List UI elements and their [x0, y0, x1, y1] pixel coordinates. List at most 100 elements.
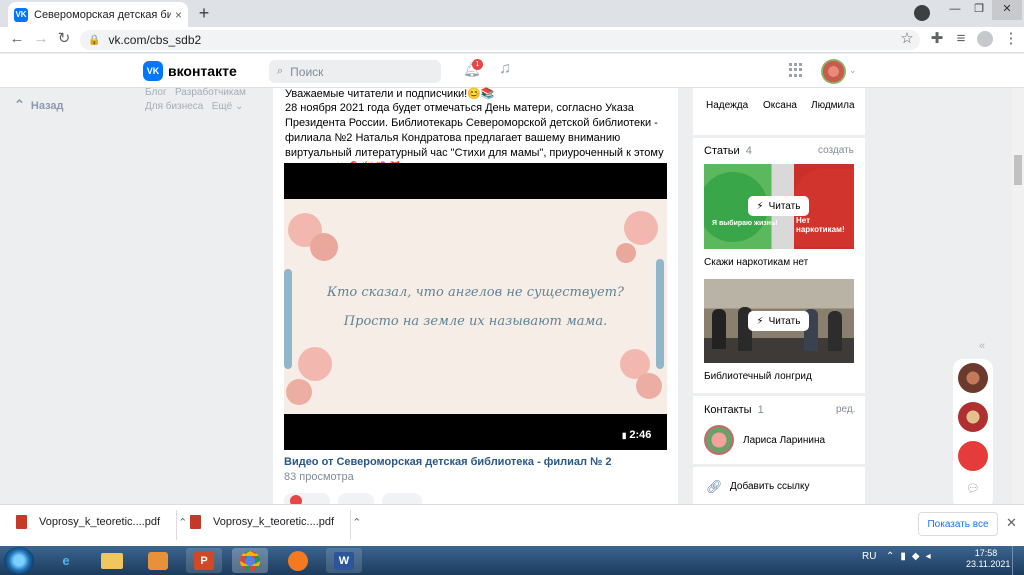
nav-back-link[interactable]: ⌃ Назад — [14, 97, 64, 113]
user-avatar[interactable] — [821, 59, 846, 84]
browser-menu-icon[interactable]: ⋮ — [1002, 30, 1020, 48]
video-frame[interactable] — [284, 199, 667, 414]
article-caption[interactable]: Библиотечный лонгрид — [704, 371, 812, 382]
reload-icon[interactable]: ↻ — [55, 30, 73, 48]
browser-tab[interactable]: VK Североморская детская библио × — [8, 2, 188, 27]
download-separator — [350, 510, 351, 540]
pdf-file-icon — [16, 515, 27, 529]
footer-link-business[interactable]: Для бизнеса — [145, 101, 203, 112]
window-close-button[interactable]: ✕ — [992, 0, 1022, 20]
vk-logo-text: вконтакте — [168, 63, 237, 79]
address-bar[interactable]: 🔒 vk.com/cbs_sdb2 — [80, 30, 920, 50]
system-clock[interactable]: 17:58 23.11.2021 — [966, 548, 1011, 570]
search-icon: ⌕ — [277, 65, 284, 77]
tray-icons[interactable]: ⌃▮◆◂ — [886, 551, 937, 562]
bookmark-star-icon[interactable]: ☆ — [898, 30, 916, 48]
add-link-label[interactable]: Добавить ссылку — [730, 481, 809, 492]
powerpoint-icon[interactable]: P — [186, 548, 222, 573]
articles-create-link[interactable]: создать — [818, 145, 854, 156]
friends-card — [693, 88, 865, 135]
nav-back-label: Назад — [30, 100, 64, 112]
notification-badge: 1 — [472, 59, 483, 70]
read-button[interactable]: ⚡︎ Читать — [748, 196, 809, 216]
lightning-icon: ⚡︎ — [756, 200, 764, 212]
back-arrow-icon[interactable]: ← — [8, 30, 26, 48]
clock-time: 17:58 — [974, 548, 998, 558]
video-views: 83 просмотра — [284, 471, 354, 483]
window-maximize-button[interactable]: ❐ — [966, 0, 992, 20]
articles-count: 4 — [745, 145, 752, 157]
read-label: Читать — [768, 315, 801, 327]
media-control-icon[interactable] — [914, 5, 930, 21]
download-filename: Voprosy_k_teoretic....pdf — [39, 516, 161, 528]
search-placeholder: Поиск — [290, 64, 324, 79]
media-player-icon[interactable] — [140, 548, 176, 573]
url-text: vk.com/cbs_sdb2 — [108, 33, 202, 47]
friend-name[interactable]: Надежда — [706, 100, 748, 111]
footer-link-blog[interactable]: Блог — [145, 87, 167, 98]
contacts-header[interactable]: Контакты 1 — [704, 404, 764, 416]
download-item[interactable]: Voprosy_k_teoretic....pdf ⌃ — [190, 515, 361, 529]
download-separator — [176, 510, 177, 540]
start-button[interactable] — [4, 547, 34, 574]
apps-grid-icon[interactable] — [789, 63, 803, 77]
read-label: Читать — [768, 200, 801, 212]
chat-avatar[interactable] — [958, 402, 988, 432]
post-greeting: Уважаемые читатели и подписчики!😊📚 — [285, 88, 495, 100]
footer-link-developers[interactable]: Разработчикам — [175, 87, 246, 98]
vk-logo[interactable]: VK вконтакте — [143, 61, 237, 81]
video-quote-line2: Просто на земле их называют мама. — [343, 314, 608, 329]
show-desktop-button[interactable] — [1012, 546, 1024, 575]
forward-arrow-icon[interactable]: → — [32, 30, 50, 48]
contact-name[interactable]: Лариса Ларинина — [743, 435, 825, 446]
download-filename: Voprosy_k_teoretic....pdf — [213, 516, 335, 528]
vk-search-input[interactable]: ⌕ Поиск — [269, 60, 441, 83]
download-item[interactable]: Voprosy_k_teoretic....pdf ⌃ — [16, 515, 187, 529]
articles-label: Статьи — [704, 145, 740, 157]
language-indicator[interactable]: RU — [862, 551, 876, 562]
chat-bubble-icon[interactable]: 💬︎ — [966, 482, 980, 495]
clock-date: 23.11.2021 — [966, 559, 1011, 569]
page-scrollbar[interactable] — [1012, 88, 1024, 508]
pdf-file-icon — [190, 515, 201, 529]
media-app-icon[interactable] — [280, 548, 316, 573]
video-title-link[interactable]: Видео от Североморская детская библиотек… — [284, 456, 612, 468]
avatar[interactable] — [704, 425, 734, 455]
video-quote-line1: Кто сказал, что ангелов не существует? — [327, 285, 624, 300]
article-caption[interactable]: Скажи наркотикам нет — [704, 257, 808, 268]
extensions-icon[interactable]: ✚ — [928, 30, 946, 48]
tab-close-icon[interactable]: × — [175, 8, 182, 22]
internet-explorer-icon[interactable]: e — [48, 548, 84, 573]
chevron-down-icon[interactable]: ⌄ — [849, 65, 857, 76]
file-explorer-icon[interactable] — [94, 548, 130, 573]
contacts-edit-link[interactable]: ред. — [836, 404, 856, 415]
article-image-text: Я выбираю жизнь! — [712, 220, 778, 227]
show-all-downloads-button[interactable]: Показать все — [918, 512, 998, 536]
lightning-icon: ⚡︎ — [756, 315, 764, 327]
collapse-chevron-icon[interactable]: « — [979, 340, 985, 352]
chevron-up-icon[interactable]: ⌃ — [178, 516, 187, 529]
read-button[interactable]: ⚡︎ Читать — [748, 311, 809, 331]
chevron-up-icon[interactable]: ⌃ — [352, 516, 361, 529]
chrome-icon[interactable] — [232, 548, 268, 573]
reading-list-icon[interactable]: ≡ — [952, 30, 970, 48]
duration-text: 2:46 — [629, 429, 652, 441]
chat-avatar[interactable] — [958, 441, 988, 471]
footer-links: Блог Разработчикам Для бизнеса Ещё ⌄ — [145, 87, 246, 112]
chevron-up-icon: ⌃ — [14, 97, 25, 112]
article-image-text: Нет наркотикам! — [796, 216, 845, 234]
friend-name[interactable]: Людмила — [811, 100, 855, 111]
new-tab-button[interactable]: + — [194, 4, 214, 24]
music-icon[interactable]: ♫ — [499, 60, 511, 78]
signal-bars-icon: ▮ — [622, 431, 627, 440]
articles-header[interactable]: Статьи 4 — [704, 145, 752, 157]
vk-favicon-icon: VK — [14, 7, 28, 22]
close-icon[interactable]: ✕ — [1006, 515, 1017, 531]
profile-icon[interactable] — [977, 31, 993, 47]
footer-link-more[interactable]: Ещё — [212, 101, 232, 112]
window-minimize-button[interactable]: — — [942, 0, 968, 20]
scrollbar-thumb[interactable] — [1014, 155, 1022, 185]
chat-avatar[interactable] — [958, 363, 988, 393]
word-icon[interactable]: W — [326, 548, 362, 573]
friend-name[interactable]: Оксана — [763, 100, 797, 111]
